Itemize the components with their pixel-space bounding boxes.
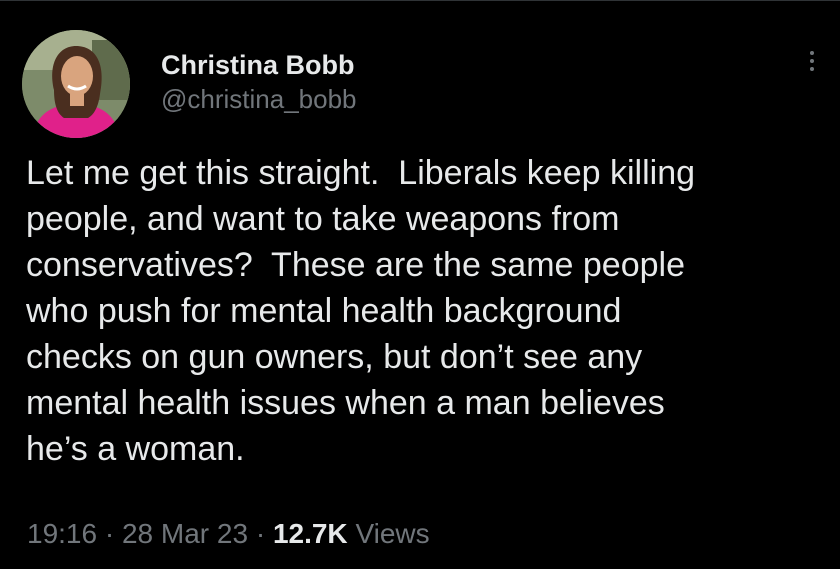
more-vertical-icon (810, 51, 814, 55)
tweet-date[interactable]: 28 Mar 23 (122, 518, 248, 549)
top-divider (0, 0, 840, 1)
more-vertical-icon-dot (810, 59, 814, 63)
views-count[interactable]: 12.7K (273, 518, 348, 549)
tweet-meta: 19:16 · 28 Mar 23 · 12.7K Views (27, 516, 430, 552)
meta-separator: · (255, 518, 266, 549)
tweet-text: Let me get this straight. Liberals keep … (26, 154, 696, 468)
user-handle[interactable]: @christina_bobb (161, 82, 357, 116)
meta-separator: · (104, 518, 115, 549)
author-names: Christina Bobb @christina_bobb (161, 48, 357, 116)
more-options-button[interactable] (802, 48, 822, 84)
views-label[interactable]: Views (355, 518, 429, 549)
display-name[interactable]: Christina Bobb (161, 48, 357, 82)
more-vertical-icon-dot (810, 67, 814, 71)
avatar-image (22, 30, 130, 138)
tweet-header: Christina Bobb @christina_bobb (22, 30, 822, 140)
avatar[interactable] (22, 30, 130, 138)
tweet-time[interactable]: 19:16 (27, 518, 97, 549)
